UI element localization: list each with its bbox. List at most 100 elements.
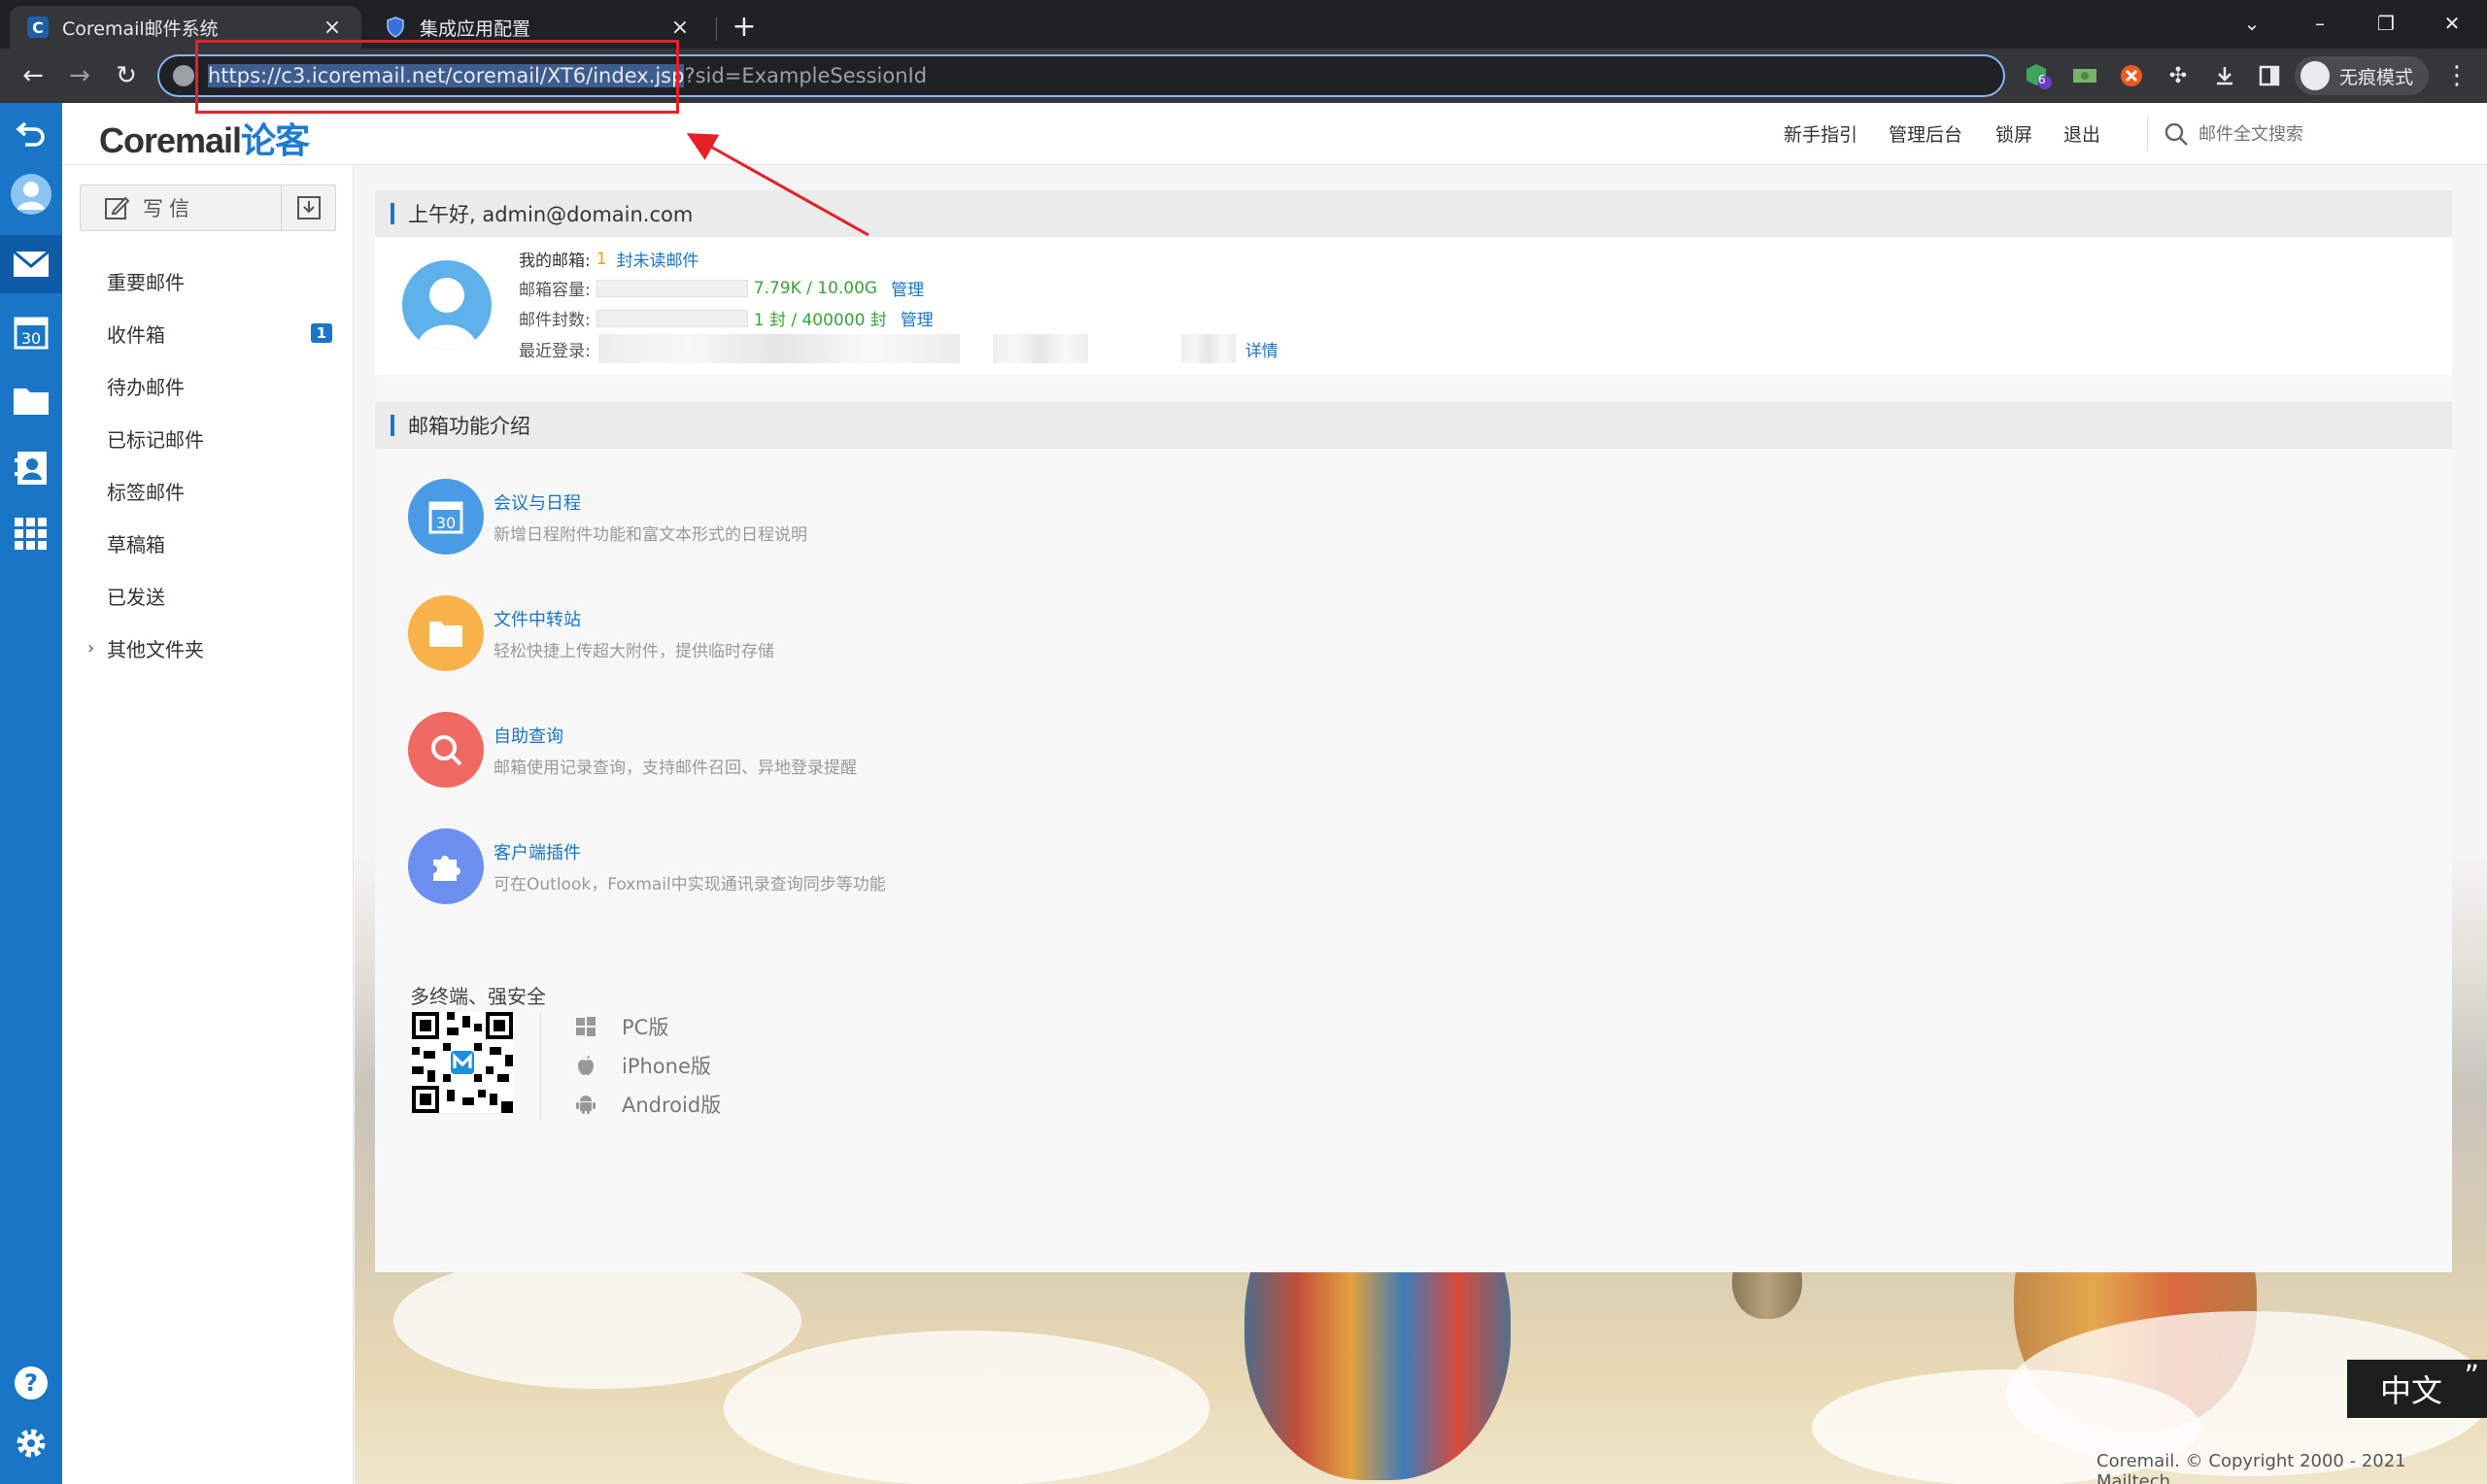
count-manage-link[interactable]: 管理 [901,306,934,330]
feature-title[interactable]: 客户端插件 [494,839,886,864]
unread-link[interactable]: 封未读邮件 [617,247,699,271]
side-panel-icon[interactable] [2254,60,2285,91]
guide-link[interactable]: 新手指引 [1784,120,1857,147]
lock-screen-link[interactable]: 锁屏 [1995,120,2032,147]
minimize-button[interactable]: – [2300,6,2339,41]
forward-button[interactable]: → [60,56,99,95]
folder-sent[interactable]: 已发送 [62,569,354,622]
tab-label: Coremail邮件系统 [62,17,219,40]
folder-drafts[interactable]: 草稿箱 [62,517,354,569]
compose-button[interactable]: 写信 [81,186,281,230]
back-button[interactable]: ← [14,56,52,95]
tab-search-icon[interactable]: ⌄ [2232,6,2271,41]
welcome-content: 上午好, admin@domain.com 我的邮箱: 1 封未读邮件 邮箱容量… [375,190,2452,1272]
extension-hexagon-icon[interactable]: 6 [2023,60,2054,91]
site-info-icon[interactable] [173,65,194,86]
extensions-puzzle-icon[interactable]: ✣ [2163,60,2194,91]
feature-title[interactable]: 自助查询 [494,723,857,748]
compose-label: 写信 [143,197,195,220]
capacity-manage-link[interactable]: 管理 [891,276,924,300]
coremail-favicon: C [27,17,49,38]
unread-badge: 1 [310,323,332,343]
help-icon[interactable]: ? [0,1354,62,1412]
mailbox-info-panel: 我的邮箱: 1 封未读邮件 邮箱容量: 7.79K / 10.00G 管理 邮件… [375,237,2452,375]
capacity-value: 7.79K / 10.00G [753,278,878,298]
folder-inbox[interactable]: 收件箱 1 [62,307,354,359]
folder-label: 重要邮件 [107,270,185,294]
restore-button[interactable]: ❐ [2367,6,2405,41]
capacity-row: 邮箱容量: 7.79K / 10.00G 管理 [519,276,924,301]
coremail-app: 30 ? Coremail论客 新手指引 管理后台 锁屏 退出 邮件全文搜索 写… [0,103,2487,1484]
extension-money-icon[interactable] [2069,60,2100,91]
puzzle-icon [408,828,484,904]
feature-title[interactable]: 文件中转站 [494,606,774,631]
mail-count-row: 邮件封数: 1 封 / 400000 封 管理 [519,306,934,330]
close-tab-icon[interactable]: × [668,16,692,40]
folder-label: 已发送 [107,585,165,609]
compose-group: 写信 [80,185,336,231]
client-label: PC版 [622,1016,669,1039]
browser-menu-icon[interactable]: ⋮ [2442,56,2471,95]
reload-button[interactable]: ↻ [107,56,146,95]
coremail-logo[interactable]: Coremail论客 [99,113,310,163]
chevron-right-icon[interactable]: › [87,638,94,658]
feature-desc: 轻松快捷上传超大附件，提供临时存储 [494,641,774,661]
folder-other[interactable]: › 其他文件夹 [62,622,354,674]
search-input[interactable] [2198,123,2412,145]
new-tab-button[interactable]: + [727,10,762,45]
folder-flagged[interactable]: 已标记邮件 [62,412,354,464]
folder-icon [408,595,484,671]
features-header: 邮箱功能介绍 [375,402,2452,449]
settings-gear-icon[interactable] [0,1414,62,1472]
accent-bar [391,203,394,224]
mail-icon[interactable] [0,235,62,293]
user-avatar-icon[interactable] [0,165,62,223]
language-toggle[interactable]: 中文 ” [2347,1360,2487,1418]
folder-icon[interactable] [0,371,62,429]
folder-label: 待办邮件 [107,375,185,399]
redacted-login-info [1180,334,1236,363]
feature-desc: 新增日程附件功能和富文本形式的日程说明 [494,524,807,545]
calendar-icon[interactable]: 30 [0,303,62,361]
folder-label: 收件箱 [107,322,165,347]
feature-item-calendar: 30 会议与日程新增日程附件功能和富文本形式的日程说明 [408,478,1282,556]
search-icon [408,712,484,788]
client-iphone[interactable]: iPhone版 [575,1051,711,1080]
folder-label: 标签邮件 [107,480,185,504]
close-window-button[interactable]: ✕ [2433,6,2471,41]
feature-title[interactable]: 会议与日程 [494,489,807,515]
user-avatar[interactable] [402,260,492,350]
count-value: 1 封 / 400000 封 [753,311,887,330]
incognito-indicator[interactable]: 无痕模式 [2295,56,2430,95]
download-icon[interactable] [2209,60,2240,91]
quote-icon: ” [2464,1360,2479,1394]
greeting-text: 上午好, admin@domain.com [408,203,694,226]
svg-text:30: 30 [21,329,41,348]
calendar-icon: 30 [408,479,484,555]
language-label: 中文 [2380,1372,2443,1409]
windows-icon [575,1016,596,1037]
count-meter [596,309,748,327]
contacts-icon[interactable] [0,439,62,497]
folder-label: 草稿箱 [107,532,165,556]
import-button[interactable] [281,186,335,230]
back-icon[interactable] [0,103,62,161]
client-android[interactable]: Android版 [575,1090,721,1119]
folder-tagged[interactable]: 标签邮件 [62,464,354,517]
annotation-highlight-box [195,40,679,114]
admin-console-link[interactable]: 管理后台 [1889,120,1962,147]
mail-search [2147,117,2438,152]
close-tab-icon[interactable]: × [321,16,344,40]
login-details-link[interactable]: 详情 [1245,337,1278,361]
client-pc[interactable]: PC版 [575,1012,668,1041]
extension-orange-icon[interactable] [2116,60,2147,91]
search-icon[interactable] [2163,121,2189,147]
features-title: 邮箱功能介绍 [408,415,530,438]
folder-important[interactable]: 重要邮件 [62,254,354,307]
feature-desc: 邮箱使用记录查询，支持邮件召回、异地登录提醒 [494,758,857,778]
android-icon [575,1094,596,1115]
apps-grid-icon[interactable] [0,505,62,563]
logout-link[interactable]: 退出 [2063,120,2100,147]
feature-desc: 可在Outlook，Foxmail中实现通讯录查询同步等功能 [494,874,886,894]
folder-todo[interactable]: 待办邮件 [62,359,354,412]
